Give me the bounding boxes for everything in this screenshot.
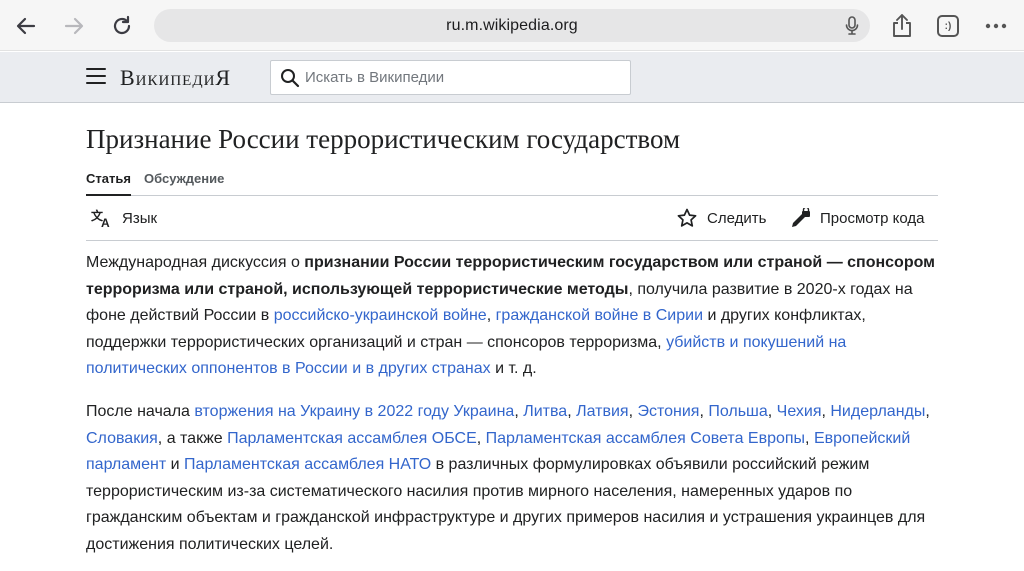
- forward-button[interactable]: [58, 10, 90, 42]
- share-icon: [893, 14, 911, 37]
- article-link[interactable]: Словакия: [86, 430, 158, 447]
- body-text: ,: [925, 403, 930, 420]
- svg-text:A: A: [101, 216, 110, 228]
- tab-article[interactable]: Статья: [86, 171, 131, 196]
- back-button[interactable]: [10, 10, 42, 42]
- wiki-header: ВикипедиЯ: [0, 52, 1024, 103]
- body-text: После начала: [86, 403, 195, 420]
- article-link[interactable]: российско-украинской войне: [274, 307, 487, 324]
- body-text: ,: [567, 403, 577, 420]
- article-link[interactable]: Парламентская ассамблея Совета Европы: [486, 430, 805, 447]
- view-source-button[interactable]: Просмотр кода: [788, 207, 925, 229]
- article-tabs: Статья Обсуждение: [86, 169, 938, 196]
- microphone-icon: [845, 16, 859, 35]
- body-text: ,: [514, 403, 524, 420]
- body-text: , а также: [157, 429, 228, 447]
- article-link[interactable]: Нидерланды: [830, 403, 925, 420]
- body-text: и: [166, 456, 185, 474]
- article-link[interactable]: Литва: [523, 403, 567, 420]
- arrow-left-icon: [16, 17, 36, 35]
- watch-label: Следить: [707, 209, 767, 227]
- reload-icon: [113, 15, 131, 35]
- reload-button[interactable]: [106, 10, 138, 42]
- tabs-button[interactable]: :): [937, 15, 959, 37]
- search-box[interactable]: [270, 60, 631, 95]
- paragraph-intro: Международная дискуссия о признании Росс…: [86, 250, 938, 383]
- body-text: ,: [699, 403, 709, 420]
- microphone-button[interactable]: [842, 15, 862, 37]
- arrow-right-icon: [64, 17, 84, 35]
- menu-icon[interactable]: [86, 68, 106, 86]
- star-icon: [675, 207, 699, 229]
- body-text: ,: [767, 403, 777, 420]
- body-text: и т. д.: [490, 360, 537, 378]
- search-input[interactable]: [305, 69, 615, 86]
- url-text: ru.m.wikipedia.org: [446, 16, 578, 34]
- more-button[interactable]: [980, 10, 1012, 42]
- page-title: Признание России террористическим госуда…: [86, 124, 681, 154]
- watch-button[interactable]: Следить: [675, 207, 766, 229]
- view-source-label: Просмотр кода: [820, 209, 925, 227]
- more-icon: [985, 23, 1007, 29]
- wikipedia-wordmark[interactable]: ВикипедиЯ: [120, 65, 231, 91]
- article-link[interactable]: Латвия: [576, 403, 628, 420]
- language-label: Язык: [122, 209, 158, 227]
- page-actions: 文A Язык Следить Просмотр кода: [86, 195, 938, 241]
- share-button[interactable]: [886, 10, 918, 42]
- article-link[interactable]: Парламентская ассамблея НАТО: [184, 456, 431, 473]
- language-button[interactable]: 文A Язык: [90, 207, 157, 229]
- article-link[interactable]: Эстония: [637, 403, 699, 420]
- article-link[interactable]: Польша: [708, 403, 767, 420]
- browser-toolbar: ru.m.wikipedia.org :): [0, 0, 1024, 51]
- paragraph-recognition: После начала вторжения на Украину в 2022…: [86, 399, 938, 559]
- article-link[interactable]: Парламентская ассамблея ОБСЕ: [227, 430, 477, 447]
- lock-pencil-icon: [788, 207, 812, 229]
- address-bar[interactable]: ru.m.wikipedia.org: [154, 9, 870, 42]
- search-icon: [279, 67, 301, 89]
- body-text: ,: [476, 429, 486, 447]
- body-text: ,: [805, 429, 814, 447]
- article-link[interactable]: Чехия: [777, 403, 822, 420]
- article-link[interactable]: гражданской войне в Сирии: [496, 307, 703, 324]
- article-link[interactable]: вторжения на Украину в 2022 году Украина: [194, 403, 514, 420]
- body-text: Международная дискуссия о: [86, 254, 305, 271]
- tab-talk[interactable]: Обсуждение: [144, 171, 224, 196]
- translate-icon: 文A: [90, 207, 114, 229]
- body-text: ,: [486, 307, 496, 325]
